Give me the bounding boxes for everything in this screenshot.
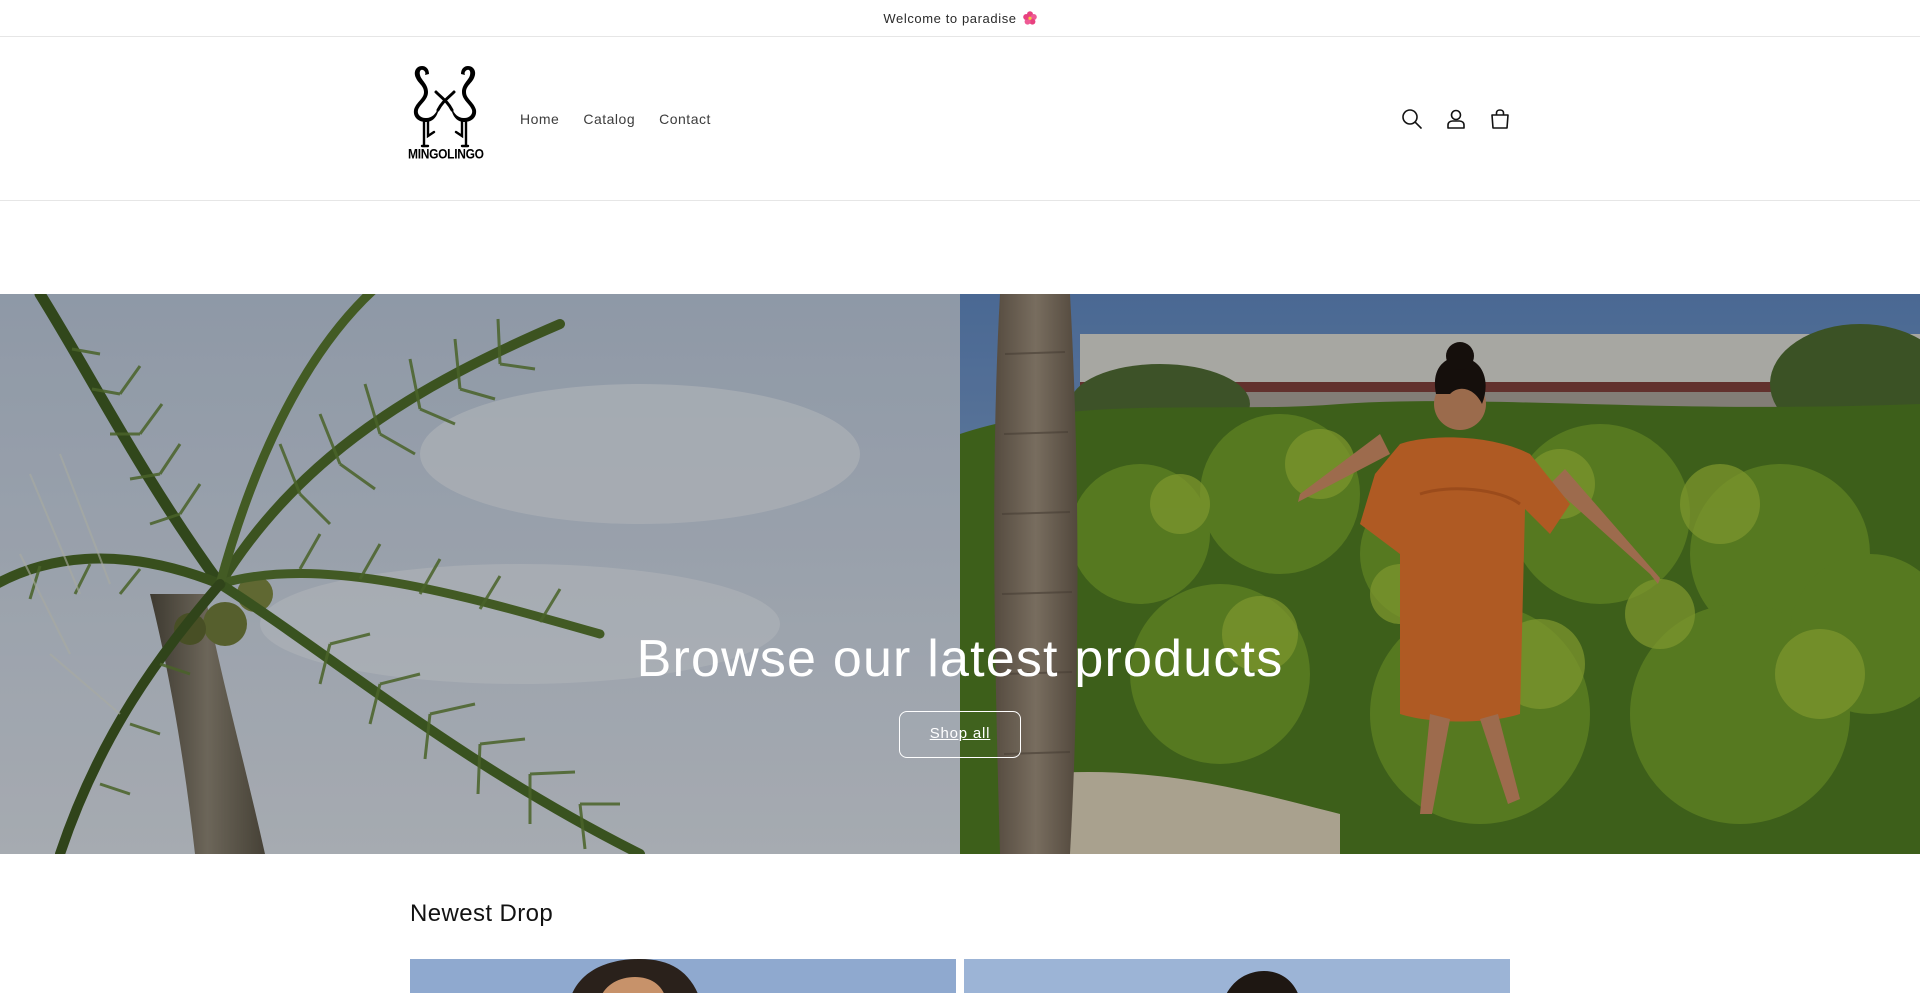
product-card[interactable] xyxy=(410,959,956,993)
search-icon xyxy=(1402,109,1422,129)
flamingo-logo-icon xyxy=(413,66,477,148)
nav-catalog[interactable]: Catalog xyxy=(571,110,647,128)
product-image xyxy=(964,959,1510,993)
shop-all-button[interactable]: Shop all xyxy=(899,711,1021,758)
cart-button[interactable] xyxy=(1478,97,1522,141)
hero-title: Browse our latest products xyxy=(636,630,1284,688)
search-button[interactable] xyxy=(1390,97,1434,141)
nav-contact[interactable]: Contact xyxy=(647,110,723,128)
account-icon xyxy=(1447,109,1465,129)
brand-logo[interactable]: MINGOLINGO xyxy=(408,62,484,163)
account-button[interactable] xyxy=(1434,97,1478,141)
hero-content: Browse our latest products Shop all xyxy=(0,629,1920,758)
product-image xyxy=(410,959,956,993)
header-actions xyxy=(1390,97,1522,141)
announcement-text: Welcome to paradise xyxy=(883,10,1017,26)
brand-name: MINGOLINGO xyxy=(408,145,484,163)
hibiscus-icon xyxy=(1022,11,1037,25)
hero-banner: Browse our latest products Shop all xyxy=(0,294,1920,854)
product-grid xyxy=(410,959,1510,993)
nav-home[interactable]: Home xyxy=(508,110,571,128)
collection-title: Newest Drop xyxy=(410,900,554,927)
cart-icon xyxy=(1491,109,1509,129)
site-header: MINGOLINGO Home Catalog Contact xyxy=(0,37,1920,201)
hero-overlay xyxy=(0,294,1920,854)
featured-collection: Newest Drop xyxy=(410,900,1510,928)
announcement-bar: Welcome to paradise xyxy=(0,0,1920,37)
main-nav: Home Catalog Contact xyxy=(508,110,723,128)
product-card[interactable] xyxy=(964,959,1510,993)
